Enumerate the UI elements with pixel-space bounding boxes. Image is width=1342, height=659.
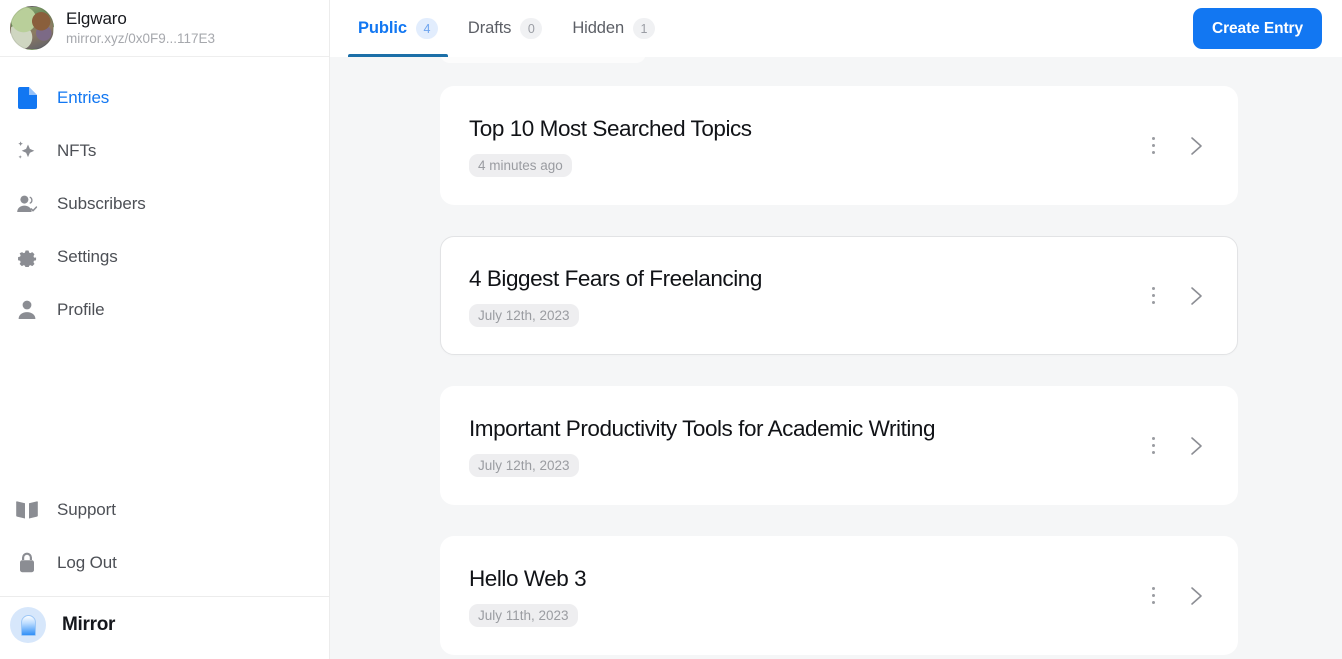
tab-hidden[interactable]: Hidden 1	[562, 0, 665, 57]
mirror-brand[interactable]: Mirror	[0, 597, 329, 653]
tab-label: Drafts	[467, 19, 512, 37]
tab-count-badge: 4	[415, 18, 438, 39]
sidebar-item-label: Subscribers	[57, 193, 146, 213]
entry-card-actions	[1143, 135, 1211, 157]
create-entry-button[interactable]: Create Entry	[1193, 8, 1322, 49]
gear-icon	[16, 246, 38, 268]
sidebar-item-label: Profile	[57, 299, 105, 319]
entries-list-inner: Top 10 Most Searched Topics 4 minutes ag…	[330, 57, 1342, 655]
sidebar-item-logout[interactable]: Log Out	[0, 536, 329, 589]
entries-list: Top 10 Most Searched Topics 4 minutes ag…	[330, 57, 1342, 659]
entry-title: Top 10 Most Searched Topics	[469, 115, 752, 141]
app-root: Elgwaro mirror.xyz/0x0F9...117E3 Entries…	[0, 0, 1342, 659]
lock-icon	[16, 552, 38, 574]
book-icon	[16, 499, 38, 521]
more-options-icon[interactable]	[1143, 435, 1163, 457]
sidebar-bottom-nav: Support Log Out Mirror	[0, 483, 329, 659]
entry-card[interactable]: Important Productivity Tools for Academi…	[440, 386, 1238, 505]
sidebar-item-nfts[interactable]: NFTs	[0, 124, 329, 177]
sidebar-item-subscribers[interactable]: Subscribers	[0, 177, 329, 230]
entry-date-badge: July 12th, 2023	[469, 453, 579, 477]
person-icon	[16, 299, 38, 321]
entry-card-actions	[1143, 585, 1211, 607]
chevron-right-icon[interactable]	[1185, 435, 1207, 457]
tab-label: Public	[358, 19, 407, 37]
entry-card[interactable]: 4 Biggest Fears of Freelancing July 12th…	[440, 236, 1238, 355]
main-area: Public 4 Drafts 0 Hidden 1 Create Entry	[330, 0, 1342, 659]
chevron-right-icon[interactable]	[1185, 285, 1207, 307]
entry-date-badge: July 11th, 2023	[469, 603, 578, 627]
entries-scroll-area[interactable]: Top 10 Most Searched Topics 4 minutes ag…	[330, 57, 1342, 659]
brand-label: Mirror	[62, 614, 116, 635]
sidebar-item-support[interactable]: Support	[0, 483, 329, 536]
account-info: Elgwaro mirror.xyz/0x0F9...117E3	[66, 9, 215, 48]
entry-card-main: Hello Web 3 July 11th, 2023	[469, 565, 1143, 627]
more-options-icon[interactable]	[1143, 135, 1163, 157]
tab-count-badge: 0	[520, 18, 543, 39]
entry-card-actions	[1143, 285, 1211, 307]
entry-card[interactable]: Hello Web 3 July 11th, 2023	[440, 536, 1238, 655]
sidebar-item-label: Settings	[57, 246, 118, 266]
sidebar-nav: Entries NFTs Subscribers Settings Profil…	[0, 57, 329, 336]
sidebar-item-profile[interactable]: Profile	[0, 283, 329, 336]
topbar-actions: Create Entry	[1193, 0, 1322, 57]
sidebar-item-label: NFTs	[57, 140, 97, 160]
entry-card-main: Important Productivity Tools for Academi…	[469, 415, 1143, 477]
entry-date-badge: July 12th, 2023	[469, 303, 579, 327]
sidebar-item-label: Log Out	[57, 552, 117, 572]
account-name: Elgwaro	[66, 8, 127, 28]
entry-title: Important Productivity Tools for Academi…	[469, 415, 936, 441]
entry-card-actions	[1143, 435, 1211, 457]
entry-title: Hello Web 3	[469, 565, 587, 591]
account-url: mirror.xyz/0x0F9...117E3	[66, 30, 216, 46]
entry-card-main: Top 10 Most Searched Topics 4 minutes ag…	[469, 115, 1143, 177]
more-options-icon[interactable]	[1143, 285, 1163, 307]
user-check-icon	[16, 193, 38, 215]
tab-count-badge: 1	[633, 18, 656, 39]
sidebar-item-settings[interactable]: Settings	[0, 230, 329, 283]
mirror-arch-logo	[10, 607, 46, 643]
topbar: Public 4 Drafts 0 Hidden 1 Create Entry	[330, 0, 1342, 57]
entry-date-badge: 4 minutes ago	[469, 153, 572, 177]
chevron-right-icon[interactable]	[1185, 585, 1207, 607]
user-avatar-photo	[10, 6, 54, 50]
tab-public[interactable]: Public 4	[348, 0, 448, 57]
entry-title: 4 Biggest Fears of Freelancing	[469, 265, 762, 291]
sidebar-item-entries[interactable]: Entries	[0, 71, 329, 124]
sidebar-item-label: Entries	[57, 87, 110, 107]
tab-label: Hidden	[572, 19, 625, 37]
document-icon	[16, 86, 38, 109]
more-options-icon[interactable]	[1143, 585, 1163, 607]
entry-card-main: 4 Biggest Fears of Freelancing July 12th…	[469, 265, 1143, 327]
chevron-right-icon[interactable]	[1185, 135, 1207, 157]
tab-drafts[interactable]: Drafts 0	[458, 0, 552, 57]
sparkle-icon	[16, 140, 38, 162]
entry-card[interactable]: Top 10 Most Searched Topics 4 minutes ag…	[440, 86, 1238, 205]
sidebar-item-label: Support	[57, 499, 116, 519]
sidebar-account-header[interactable]: Elgwaro mirror.xyz/0x0F9...117E3	[0, 0, 329, 57]
sidebar: Elgwaro mirror.xyz/0x0F9...117E3 Entries…	[0, 0, 330, 659]
entry-tabs: Public 4 Drafts 0 Hidden 1	[348, 0, 665, 57]
